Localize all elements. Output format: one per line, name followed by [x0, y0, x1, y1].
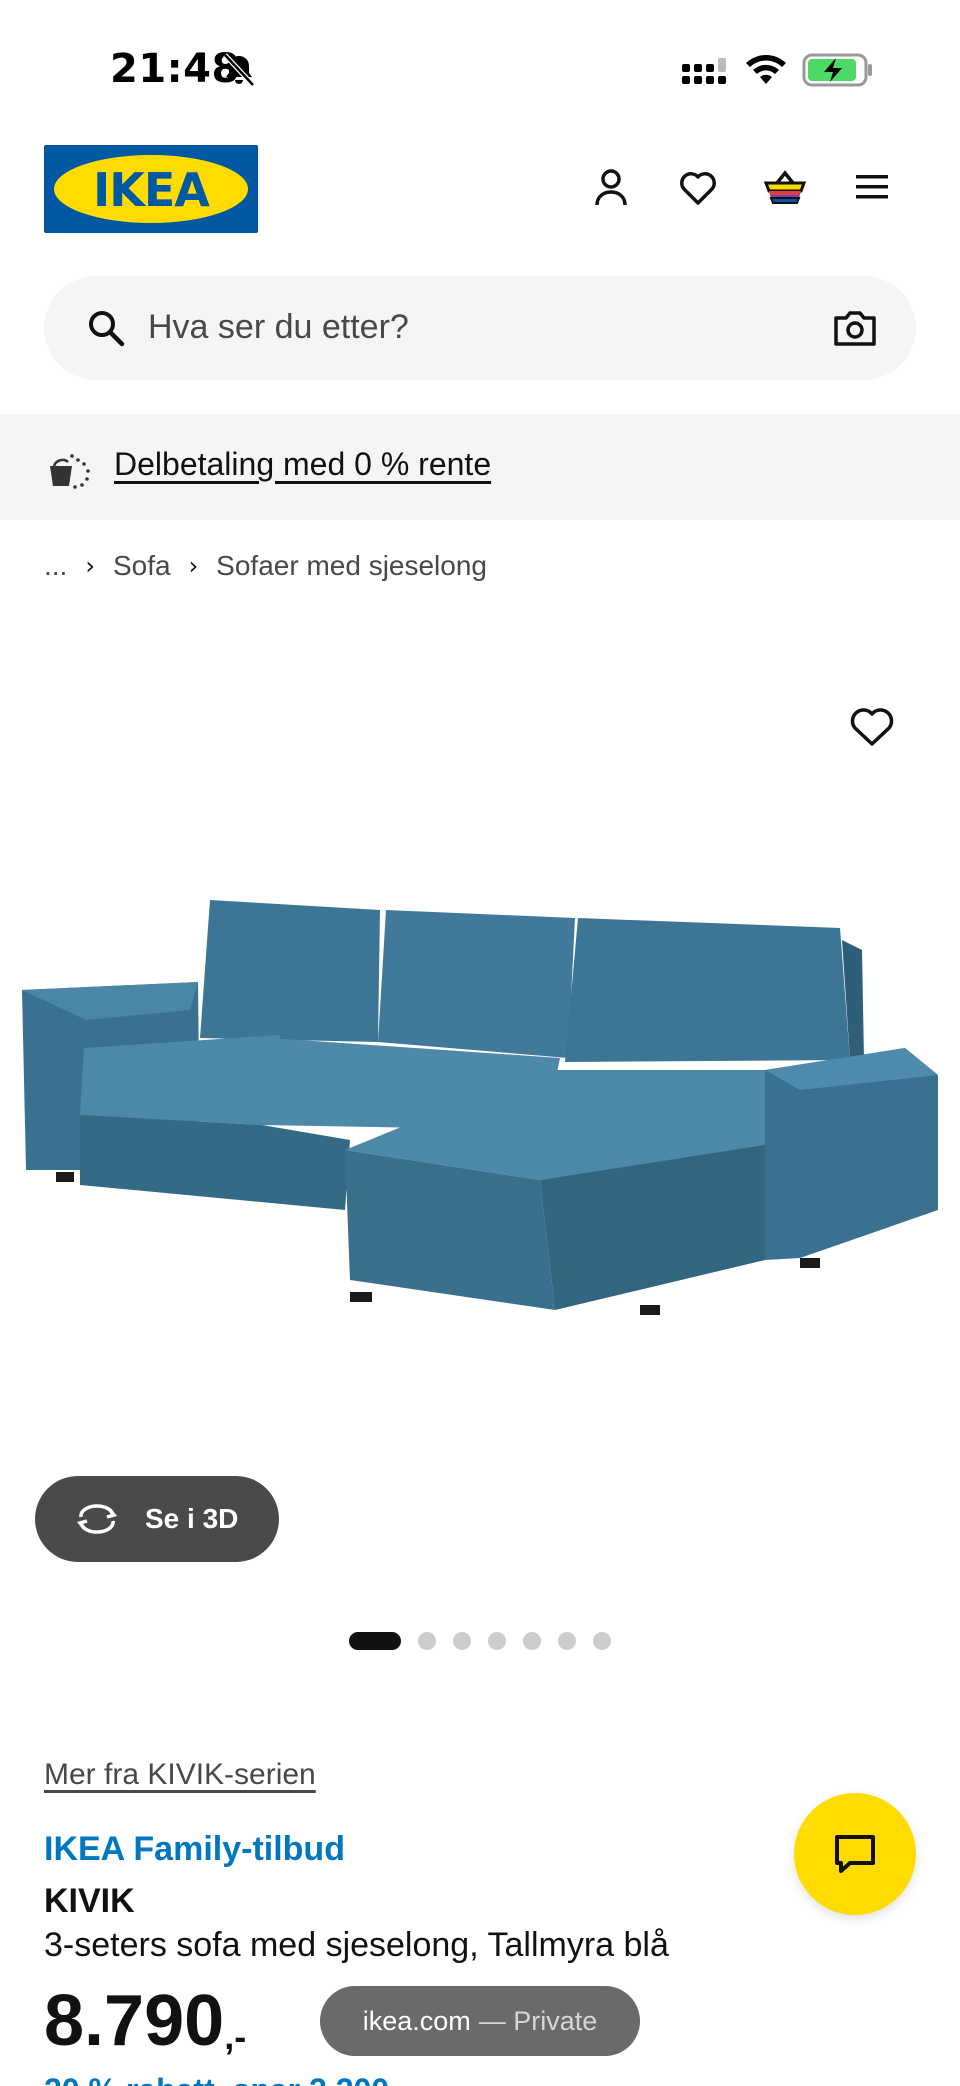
browser-mode: — Private — [478, 2005, 598, 2036]
cellular-signal-icon — [682, 58, 726, 84]
status-time: 21:48 — [110, 46, 240, 92]
browser-address-pill[interactable]: ikea.com — Private — [320, 1986, 640, 2056]
view-in-3d-button[interactable]: Se i 3D — [35, 1476, 279, 1562]
product-price: 8.790 ,- — [44, 1980, 246, 2062]
breadcrumb-ellipsis[interactable]: ... — [44, 550, 67, 582]
series-link[interactable]: Mer fra KIVIK-serien — [44, 1758, 316, 1792]
cart-button[interactable] — [760, 162, 810, 212]
price-suffix: ,- — [224, 2016, 247, 2057]
search-icon — [89, 311, 125, 347]
bell-slash-icon — [223, 53, 255, 87]
pagination-dot[interactable] — [418, 1632, 436, 1650]
product-description: 3-seters sofa med sjeselong, Tallmyra bl… — [44, 1926, 669, 1964]
wifi-icon — [746, 55, 786, 84]
promo-banner[interactable]: Delbetaling med 0 % rente — [0, 414, 960, 520]
chat-icon — [835, 1835, 875, 1873]
pagination-dot[interactable] — [593, 1632, 611, 1650]
breadcrumb: ... › Sofa › Sofaer med sjeselong — [44, 548, 487, 584]
ikea-logo[interactable]: IKEA — [44, 145, 258, 233]
view-in-3d-label: Se i 3D — [145, 1503, 239, 1534]
pagination-dot-active[interactable] — [349, 1632, 401, 1650]
pagination-dot[interactable] — [488, 1632, 506, 1650]
chevron-right-icon: › — [85, 552, 95, 580]
family-offer-label: IKEA Family-tilbud — [44, 1830, 345, 1868]
add-to-favorites-icon[interactable] — [846, 700, 898, 752]
pagination-dot[interactable] — [453, 1632, 471, 1650]
installment-payment-icon — [50, 454, 90, 489]
rotate-3d-icon — [76, 1504, 118, 1534]
wishlist-button[interactable] — [673, 162, 723, 212]
chevron-right-icon: › — [188, 552, 199, 580]
promo-link[interactable]: Delbetaling med 0 % rente — [114, 446, 491, 483]
discount-text: 20 % rabatt, spar 2.200,- — [44, 2072, 409, 2086]
status-bar: 21:48 — [0, 0, 960, 140]
gallery-pagination — [349, 1632, 628, 1650]
breadcrumb-sofa[interactable]: Sofa — [113, 550, 171, 582]
heart-icon — [680, 172, 716, 205]
logo-wordmark: IKEA — [93, 163, 210, 217]
product-image[interactable] — [0, 610, 960, 1470]
battery-charging-icon — [802, 53, 872, 87]
menu-button[interactable] — [847, 162, 897, 212]
pagination-dot[interactable] — [558, 1632, 576, 1650]
price-amount: 8.790 — [44, 1981, 225, 2061]
account-icon — [595, 169, 627, 206]
breadcrumb-sofaer-med-sjeselong[interactable]: Sofaer med sjeselong — [216, 550, 487, 582]
account-button[interactable] — [586, 162, 636, 212]
product-name: KIVIK — [44, 1882, 135, 1920]
search-bar[interactable]: Hva ser du etter? — [44, 276, 916, 380]
chat-button[interactable] — [794, 1793, 916, 1915]
camera-icon[interactable] — [832, 306, 878, 350]
browser-host: ikea.com — [362, 2005, 471, 2036]
pagination-dot[interactable] — [523, 1632, 541, 1650]
shopping-bag-icon — [763, 170, 807, 204]
menu-icon — [856, 175, 888, 199]
search-placeholder[interactable]: Hva ser du etter? — [148, 308, 409, 347]
